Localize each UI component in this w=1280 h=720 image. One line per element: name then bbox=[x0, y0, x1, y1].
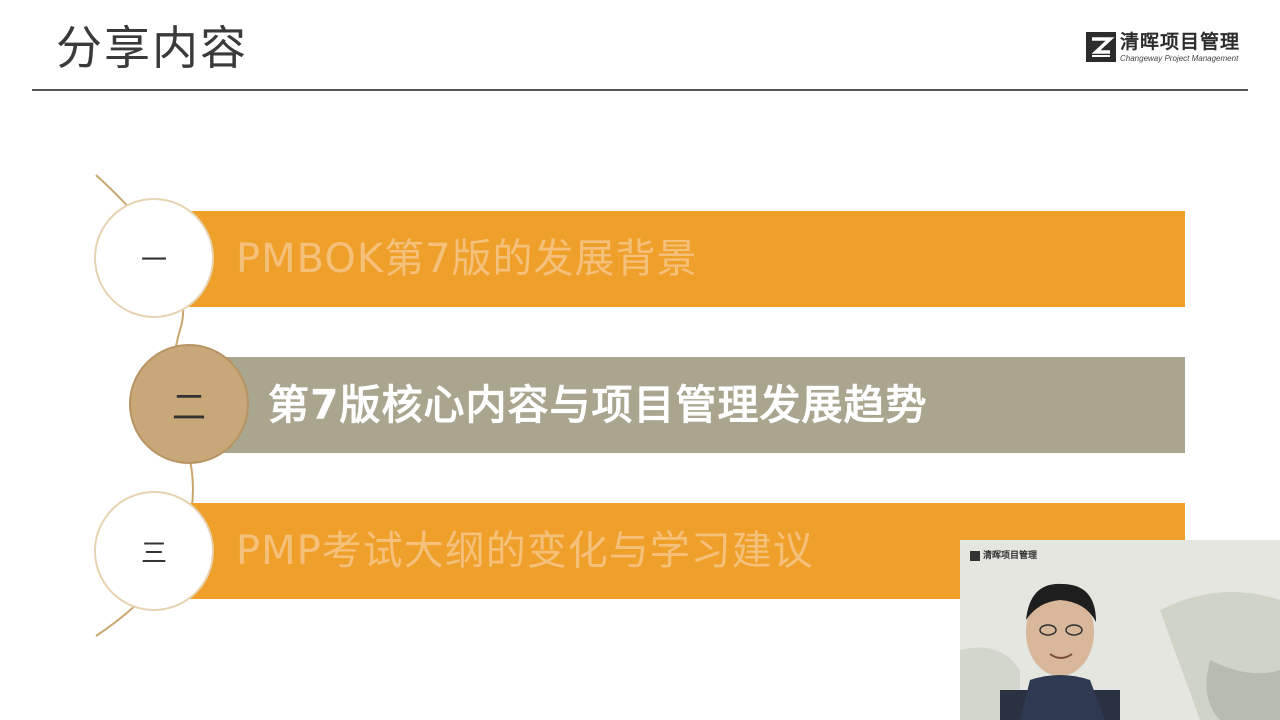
agenda-item-label: 第7版核心内容与项目管理发展趋势 bbox=[268, 381, 928, 429]
agenda-item-label: PMBOK第7版的发展背景 bbox=[236, 236, 698, 282]
logo-mark-icon bbox=[970, 550, 980, 561]
presenter-video[interactable]: 清晖项目管理 bbox=[960, 540, 1280, 720]
agenda-number-label: 一 bbox=[140, 245, 167, 276]
agenda-item-label: PMP考试大纲的变化与学习建议 bbox=[236, 528, 814, 574]
agenda-number-2: 二 bbox=[129, 344, 249, 464]
agenda-number-label: 三 bbox=[140, 538, 167, 569]
video-logo: 清晖项目管理 bbox=[970, 548, 1037, 561]
agenda-item-2[interactable]: 第7版核心内容与项目管理发展趋势 bbox=[180, 357, 1185, 453]
agenda-number-label: 二 bbox=[172, 387, 206, 428]
agenda-item-1[interactable]: PMBOK第7版的发展背景 bbox=[180, 211, 1185, 307]
agenda-number-3: 三 bbox=[94, 491, 214, 611]
presenter-image bbox=[960, 583, 1280, 720]
video-logo-name: 清晖项目管理 bbox=[983, 551, 1038, 561]
agenda-number-1: 一 bbox=[94, 198, 214, 318]
